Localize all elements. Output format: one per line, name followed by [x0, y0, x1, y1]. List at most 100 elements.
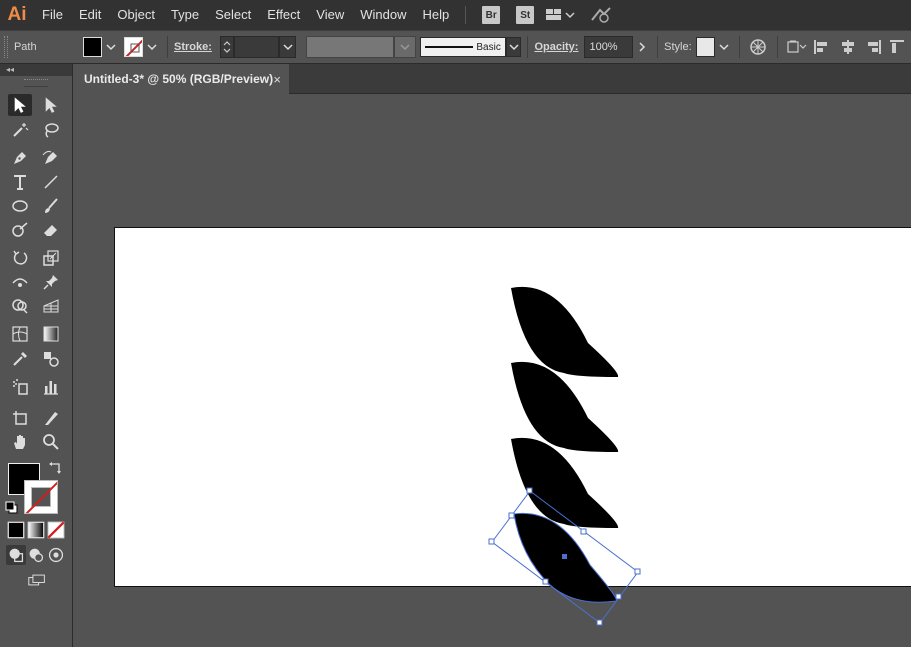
chevron-down-icon[interactable]	[104, 37, 118, 57]
rotate-tool[interactable]	[8, 247, 32, 269]
menu-select[interactable]: Select	[207, 0, 259, 30]
align-to-icon[interactable]	[784, 35, 809, 59]
menu-type[interactable]: Type	[163, 0, 207, 30]
gradient-mode-button[interactable]	[26, 520, 46, 540]
none-mode-button[interactable]	[46, 520, 66, 540]
line-segment-icon	[44, 175, 58, 189]
direct-selection-tool[interactable]	[39, 94, 63, 116]
mesh-tool[interactable]	[8, 323, 32, 345]
menu-file[interactable]: File	[34, 0, 71, 30]
stroke-swatch-none[interactable]	[123, 37, 144, 57]
transform-handle[interactable]	[580, 528, 587, 535]
gpu-performance-icon[interactable]	[590, 4, 612, 26]
transform-handle[interactable]	[542, 578, 549, 585]
transform-handle[interactable]	[508, 512, 515, 519]
transform-handle[interactable]	[634, 568, 641, 575]
menu-help[interactable]: Help	[414, 0, 457, 30]
curvature-tool[interactable]	[39, 147, 63, 169]
draw-inside-button[interactable]	[46, 545, 66, 565]
column-graph-tool[interactable]	[39, 376, 63, 398]
separator	[777, 36, 779, 58]
menu-view[interactable]: View	[308, 0, 352, 30]
gradient-tool[interactable]	[39, 323, 63, 345]
stroke-weight-dropdown[interactable]	[278, 36, 297, 58]
slice-tool[interactable]	[39, 407, 63, 429]
opacity-label[interactable]: Opacity:	[534, 41, 578, 53]
draw-normal-button[interactable]	[6, 545, 26, 565]
brush-definition[interactable]: Basic	[419, 37, 506, 57]
draw-behind-button[interactable]	[26, 545, 46, 565]
align-top-icon[interactable]	[886, 35, 911, 59]
separator	[657, 36, 659, 58]
fill-swatch[interactable]	[82, 37, 103, 57]
zoom-tool[interactable]	[39, 431, 63, 453]
brush-dropdown[interactable]	[505, 37, 522, 57]
menu-edit[interactable]: Edit	[71, 0, 109, 30]
type-tool[interactable]	[8, 171, 32, 193]
paintbrush-icon	[45, 198, 58, 213]
artboard-tool[interactable]	[8, 407, 32, 429]
transform-handle[interactable]	[488, 538, 495, 545]
graphic-style-swatch[interactable]	[695, 37, 716, 57]
lasso-tool[interactable]	[39, 119, 63, 141]
stroke-color-box[interactable]	[24, 480, 58, 514]
chevron-down-icon[interactable]	[717, 37, 731, 57]
variable-width-dropdown[interactable]	[394, 36, 416, 58]
default-fill-stroke-icon[interactable]	[4, 500, 20, 516]
canvas-area[interactable]	[74, 95, 911, 647]
scale-tool[interactable]	[39, 247, 63, 269]
close-icon[interactable]: ×	[273, 72, 281, 87]
shape-builder-tool[interactable]	[8, 295, 32, 317]
eyedropper-tool[interactable]	[8, 348, 32, 370]
pen-nib-icon	[14, 152, 26, 164]
document-tab-bar: Untitled-3* @ 50% (RGB/Preview) ×	[74, 64, 911, 94]
document-tab[interactable]: Untitled-3* @ 50% (RGB/Preview) ×	[74, 64, 289, 94]
align-right-icon[interactable]	[860, 35, 885, 59]
chevron-right-icon[interactable]	[635, 37, 649, 57]
stroke-weight-field[interactable]	[233, 36, 279, 58]
screen-mode-icon[interactable]	[24, 570, 50, 590]
transform-handle[interactable]	[615, 593, 622, 600]
chevron-down-icon[interactable]	[145, 37, 159, 57]
transform-handle[interactable]	[596, 619, 603, 626]
puppet-warp-tool[interactable]	[39, 271, 63, 293]
stock-button[interactable]: St	[516, 6, 535, 24]
line-segment-tool[interactable]	[39, 171, 63, 193]
swap-fill-stroke-icon[interactable]	[48, 459, 64, 475]
selection-tool[interactable]	[8, 94, 32, 116]
bridge-button[interactable]: Br	[482, 6, 501, 24]
align-left-icon[interactable]	[810, 35, 835, 59]
hand-tool[interactable]	[8, 431, 32, 453]
stroke-weight-stepper[interactable]	[219, 36, 234, 58]
menu-object[interactable]: Object	[109, 0, 163, 30]
tools-panel-grip[interactable]	[24, 79, 48, 87]
magic-wand-icon	[13, 123, 29, 137]
type-t-icon	[14, 175, 26, 190]
pen-tool[interactable]	[8, 147, 32, 169]
brush-stroke-preview-icon	[424, 46, 473, 48]
blend-tool[interactable]	[39, 348, 63, 370]
recolor-artwork-icon[interactable]	[746, 35, 771, 59]
variable-width-profile[interactable]	[306, 36, 395, 58]
shaper-tool[interactable]	[8, 219, 32, 241]
separator	[527, 36, 529, 58]
align-center-icon[interactable]	[835, 35, 860, 59]
app-logo: Ai	[7, 4, 27, 25]
magic-wand-tool[interactable]	[8, 119, 32, 141]
menu-window[interactable]: Window	[352, 0, 414, 30]
workspace-switcher-icon[interactable]	[544, 4, 566, 26]
perspective-grid-tool[interactable]	[39, 295, 63, 317]
tools-panel-collapse[interactable]: ◂◂	[0, 64, 72, 76]
symbol-sprayer-tool[interactable]	[8, 376, 32, 398]
width-tool[interactable]	[8, 271, 32, 293]
transform-handle[interactable]	[526, 487, 533, 494]
ellipse-tool[interactable]	[8, 195, 32, 217]
color-mode-button[interactable]	[6, 520, 26, 540]
eraser-tool[interactable]	[39, 219, 63, 241]
chevron-down-icon[interactable]	[564, 4, 576, 26]
opacity-field[interactable]: 100%	[584, 36, 634, 58]
scale-icon	[43, 250, 59, 266]
control-bar-grip[interactable]	[4, 36, 8, 58]
menu-effect[interactable]: Effect	[259, 0, 308, 30]
paintbrush-tool[interactable]	[39, 195, 63, 217]
